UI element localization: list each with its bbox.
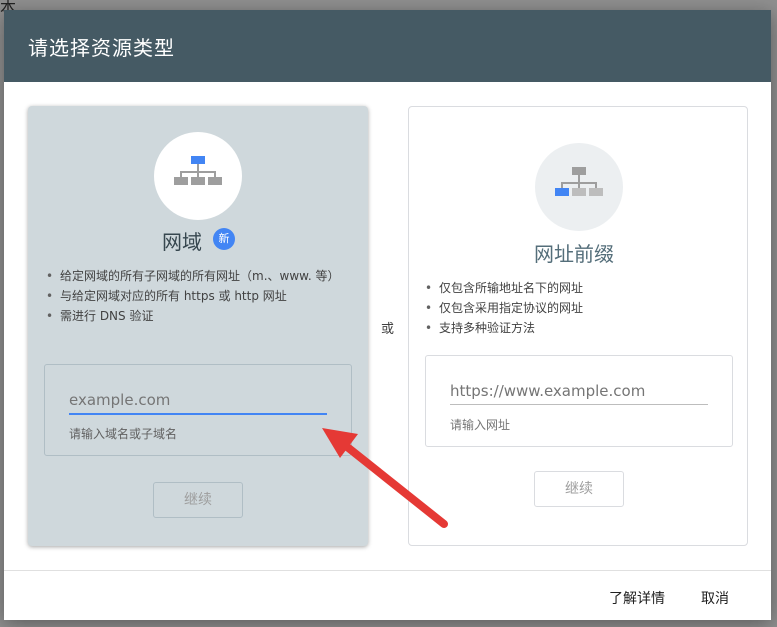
- red-arrow-annotation: [322, 428, 448, 528]
